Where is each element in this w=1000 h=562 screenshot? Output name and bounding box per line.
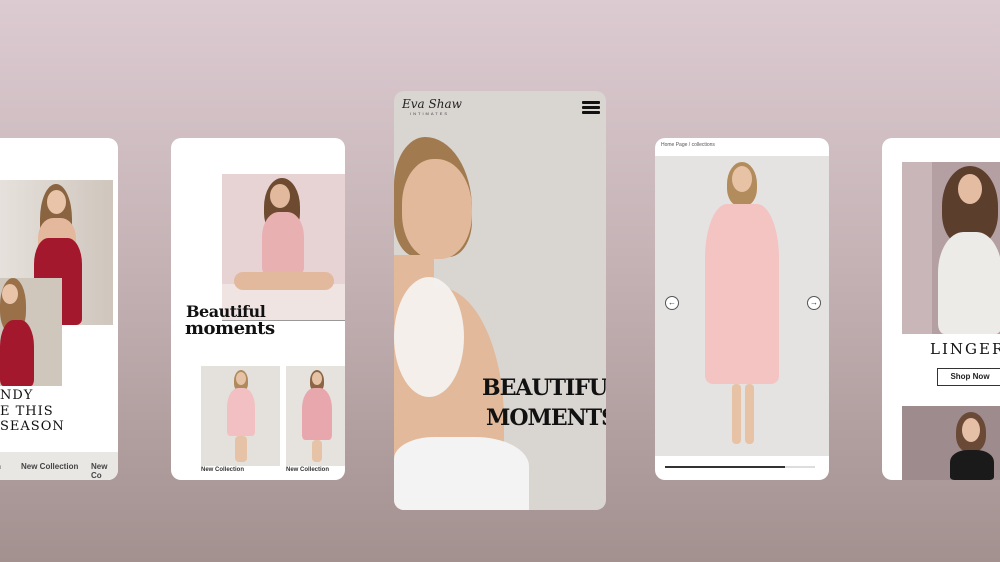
hamburger-icon[interactable] — [582, 101, 600, 115]
shop-now-button[interactable]: Shop Now — [937, 368, 1000, 386]
arrow-left-icon[interactable]: ← — [665, 296, 679, 310]
collection-tab[interactable]: New Co — [91, 462, 118, 480]
logo-subtitle: INTIMATES — [410, 111, 450, 116]
slider-progress — [665, 466, 785, 468]
product-card[interactable]: New Collection — [286, 366, 345, 473]
headline: LINGERI — [930, 340, 1000, 358]
headline-line-2: E THIS SEASON — [0, 404, 65, 434]
product-photo-pink-slip — [655, 156, 829, 456]
arrow-right-icon[interactable]: → — [807, 296, 821, 310]
breadcrumb[interactable]: Home Page / collections — [661, 142, 715, 148]
hero-photo-pink-set — [222, 174, 345, 320]
screen-card-3: Eva Shaw INTIMATES BEAUTIFUL MOMENTS — [394, 91, 606, 510]
product-card[interactable]: New Collection — [201, 366, 280, 473]
slider-track[interactable] — [665, 466, 815, 468]
brand-logo[interactable]: Eva Shaw INTIMATES — [402, 97, 462, 116]
hero-photo-model — [394, 137, 529, 510]
collection-tab[interactable]: n — [0, 462, 1, 471]
product-photo-red-dress-2 — [0, 278, 62, 386]
hero-photo-white-slip — [902, 162, 1000, 334]
headline-line-2: moments — [185, 318, 275, 339]
screen-card-5: LINGERI Shop Now — [882, 138, 1000, 480]
headline-line-1: NDY — [0, 388, 34, 403]
product-photo-black-lace — [902, 406, 1000, 480]
product-label: New Collection — [201, 467, 245, 473]
collection-tab[interactable]: New Collection — [21, 462, 78, 471]
screen-card-1: NDY E THIS SEASON n New Collection New C… — [0, 138, 118, 480]
logo-script: Eva Shaw — [402, 97, 462, 111]
hero-headline-line-1: BEAUTIFUL — [482, 375, 606, 401]
screen-card-2: Beautiful moments New Collection New Col… — [171, 138, 345, 480]
screen-card-4: Home Page / collections ← → — [655, 138, 829, 480]
divider — [222, 320, 345, 321]
product-photo — [286, 366, 345, 466]
collection-tab-bar: n New Collection New Co — [0, 452, 118, 480]
product-label: New Collection — [286, 467, 330, 473]
product-photo — [201, 366, 280, 466]
hero-headline-line-2: MOMENTS — [486, 405, 606, 431]
